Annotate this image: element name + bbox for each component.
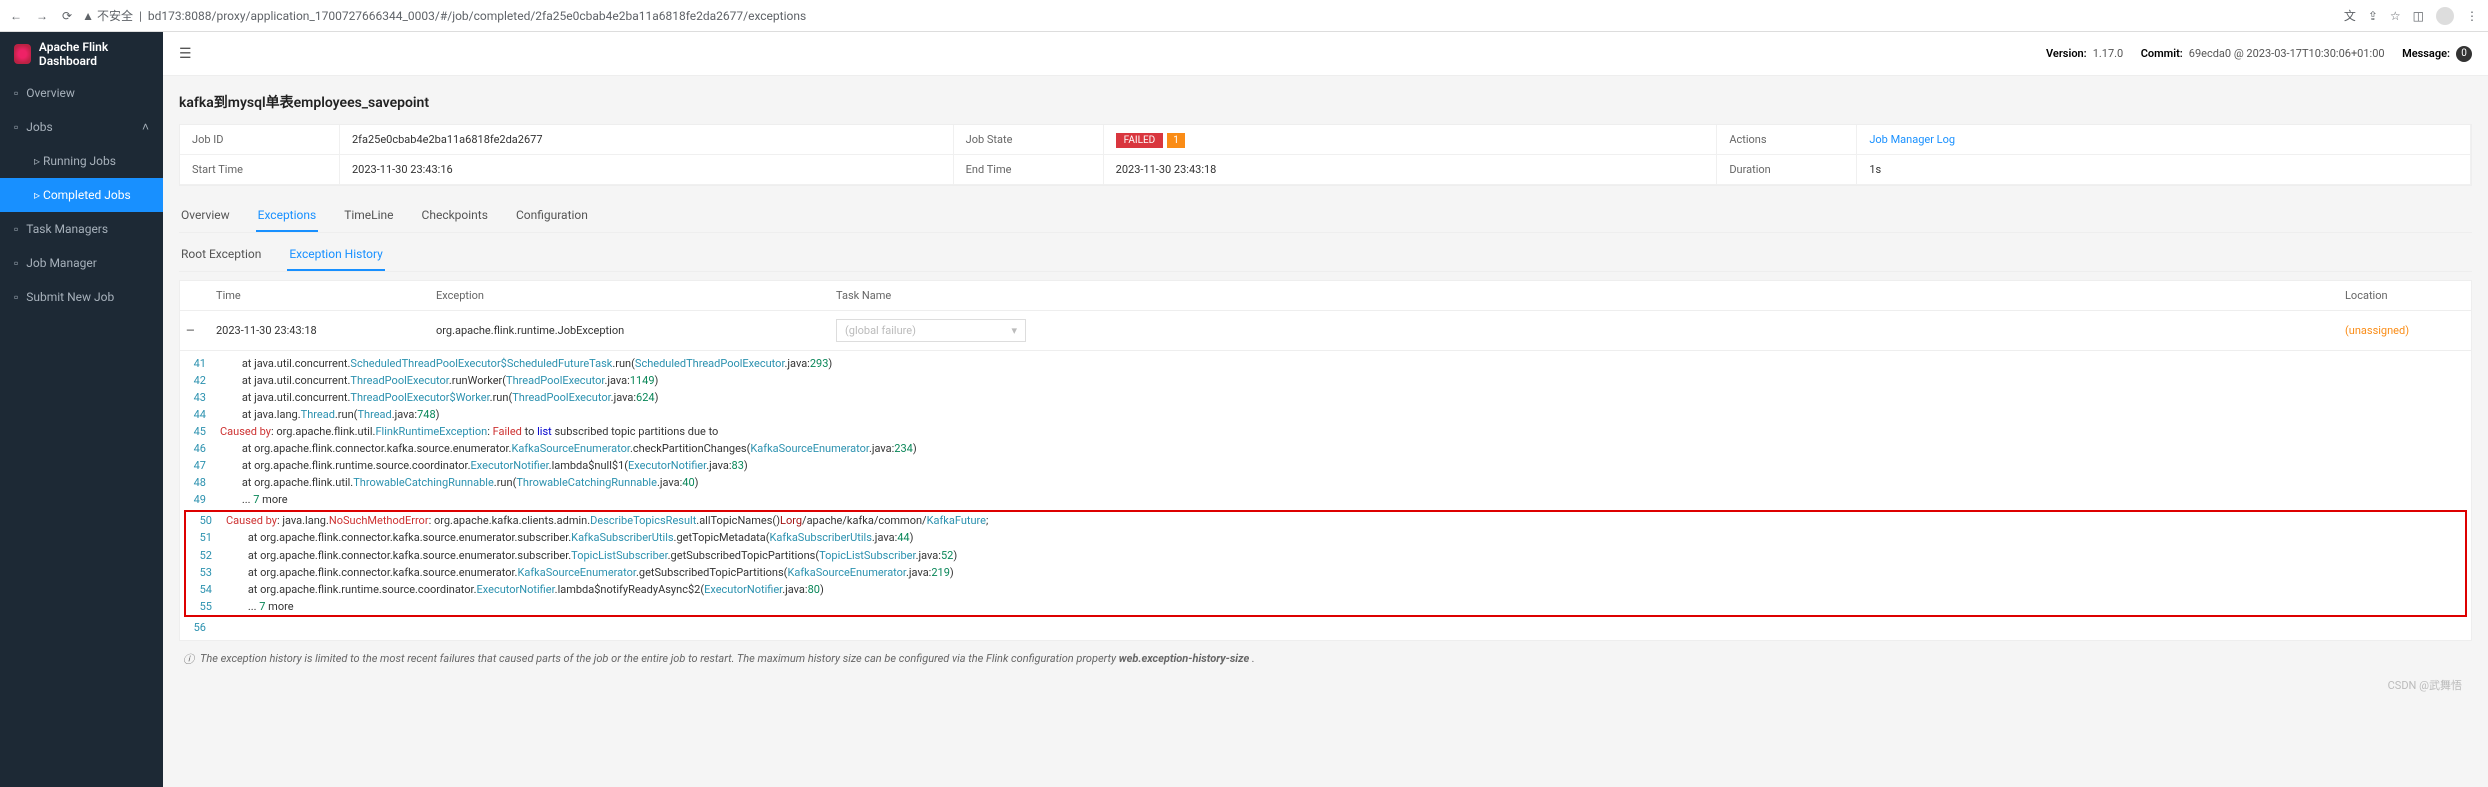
job-manager-log-link[interactable]: Job Manager Log <box>1869 133 1955 146</box>
tab-configuration[interactable]: Configuration <box>514 200 590 232</box>
url-bar[interactable]: ▲ 不安全 | bd173:8088/proxy/application_170… <box>82 7 2334 24</box>
profile-avatar[interactable] <box>2436 7 2454 25</box>
sidebar-sub-completed-jobs[interactable]: ▹ Completed Jobs <box>0 178 163 212</box>
sidebar-item-submit-new-job[interactable]: ▫Submit New Job <box>0 280 163 314</box>
exception-table: Time Exception Task Name Location — 2023… <box>179 280 2472 641</box>
message-label: Message: <box>2402 47 2450 60</box>
info-icon: ⓘ <box>183 651 194 667</box>
upload-icon: ▫ <box>14 290 18 304</box>
tab-exception-history[interactable]: Exception History <box>287 239 385 271</box>
sidebar-item-task-managers[interactable]: ▫Task Managers <box>0 212 163 246</box>
code-line: 48 at org.apache.flink.util.ThrowableCat… <box>180 474 2471 491</box>
back-icon[interactable]: ← <box>10 9 22 23</box>
forward-icon[interactable]: → <box>36 9 48 23</box>
version-value: 1.17.0 <box>2093 47 2124 60</box>
exception-subtabs: Root Exception Exception History <box>179 239 2472 272</box>
job-tabs: Overview Exceptions TimeLine Checkpoints Con… <box>179 200 2472 233</box>
sidebar-item-job-manager[interactable]: ▫Job Manager <box>0 246 163 280</box>
chevron-up-icon: ˄ <box>142 120 149 134</box>
code-line: 56 <box>180 619 2471 636</box>
code-line: 54 at org.apache.flink.runtime.source.co… <box>186 581 2465 598</box>
col-location: Location <box>2345 289 2465 302</box>
tab-overview[interactable]: Overview <box>179 200 232 232</box>
code-line: 53 at org.apache.flink.connector.kafka.s… <box>186 564 2465 581</box>
code-line: 50Caused by: java.lang.NoSuchMethodError… <box>186 512 2465 529</box>
collapse-sidebar-icon[interactable]: ☰ <box>179 46 192 62</box>
reload-icon[interactable]: ⟳ <box>62 9 72 23</box>
commit-value: 69ecda0 @ 2023-03-17T10:30:06+01:00 <box>2189 47 2385 60</box>
row-exception: org.apache.flink.runtime.JobException <box>436 324 836 337</box>
bars-icon: ▫ <box>14 120 18 134</box>
dashboard-icon: ▫ <box>14 86 18 100</box>
code-line: 55 ... 7 more <box>186 598 2465 615</box>
cluster-icon: ▫ <box>14 222 18 236</box>
code-line: 49 ... 7 more <box>180 491 2471 508</box>
job-info-grid: Job ID2fa25e0cbab4e2ba11a6818fe2da2677Jo… <box>179 124 2472 186</box>
sidebar-sub-running-jobs[interactable]: ▹ Running Jobs <box>0 144 163 178</box>
sidebar: Apache Flink Dashboard ▫Overview▫Jobs˄▹ … <box>0 32 163 787</box>
translate-icon[interactable]: 文 <box>2344 7 2356 24</box>
sidebar-item-jobs[interactable]: ▫Jobs˄ <box>0 110 163 144</box>
topbar: ☰ Version: 1.17.0 Commit: 69ecda0 @ 2023… <box>163 32 2488 76</box>
job-title: kafka到mysql单表employees_savepoint <box>179 92 2472 112</box>
message-count-badge[interactable]: 0 <box>2456 46 2472 62</box>
check-icon: ▹ <box>34 188 40 202</box>
code-line: 52 at org.apache.flink.connector.kafka.s… <box>186 547 2465 564</box>
code-line: 47 at org.apache.flink.runtime.source.co… <box>180 457 2471 474</box>
main: ☰ Version: 1.17.0 Commit: 69ecda0 @ 2023… <box>163 32 2488 787</box>
chevron-down-icon: ▾ <box>1011 324 1017 337</box>
brand-label: Apache Flink Dashboard <box>39 40 149 68</box>
code-line: 41 at java.util.concurrent.ScheduledThre… <box>180 355 2471 372</box>
col-task: Task Name <box>836 289 2345 302</box>
share-icon[interactable]: ⇪ <box>2368 9 2378 23</box>
row-location: (unassigned) <box>2345 324 2465 337</box>
browser-chrome: ← → ⟳ ▲ 不安全 | bd173:8088/proxy/applicati… <box>0 0 2488 32</box>
build-icon: ▫ <box>14 256 18 270</box>
footer-credit: CSDN @武舞悟 <box>179 677 2472 693</box>
tab-root-exception[interactable]: Root Exception <box>179 239 263 271</box>
code-line: 46 at org.apache.flink.connector.kafka.s… <box>180 440 2471 457</box>
code-line: 42 at java.util.concurrent.ThreadPoolExe… <box>180 372 2471 389</box>
flink-logo-icon <box>14 44 31 64</box>
tab-checkpoints[interactable]: Checkpoints <box>420 200 490 232</box>
star-icon[interactable]: ☆ <box>2390 9 2401 23</box>
code-line: 43 at java.util.concurrent.ThreadPoolExe… <box>180 389 2471 406</box>
sidebar-item-overview[interactable]: ▫Overview <box>0 76 163 110</box>
code-line: 44 at java.lang.Thread.run(Thread.java:7… <box>180 406 2471 423</box>
col-exception: Exception <box>436 289 836 302</box>
code-line: 45Caused by: org.apache.flink.util.Flink… <box>180 423 2471 440</box>
version-label: Version: <box>2046 47 2087 60</box>
menu-icon[interactable]: ⋮ <box>2466 9 2478 23</box>
history-note: ⓘ The exception history is limited to th… <box>179 641 2472 677</box>
tab-timeline[interactable]: TimeLine <box>342 200 395 232</box>
insecure-warning: ▲ 不安全 <box>82 7 133 24</box>
commit-label: Commit: <box>2141 47 2183 60</box>
code-line: 51 at org.apache.flink.connector.kafka.s… <box>186 529 2465 546</box>
expand-icon[interactable]: — <box>186 324 216 337</box>
brand: Apache Flink Dashboard <box>0 32 163 76</box>
row-time: 2023-11-30 23:43:18 <box>216 324 436 337</box>
tab-exceptions[interactable]: Exceptions <box>256 200 319 232</box>
stacktrace: 41 at java.util.concurrent.ScheduledThre… <box>180 351 2471 640</box>
col-time: Time <box>216 289 436 302</box>
extensions-icon[interactable]: ◫ <box>2413 9 2424 23</box>
exception-row[interactable]: — 2023-11-30 23:43:18 org.apache.flink.r… <box>180 311 2471 351</box>
url-text: bd173:8088/proxy/application_17007276663… <box>148 9 806 23</box>
task-select[interactable]: (global failure)▾ <box>836 319 1026 342</box>
play-icon: ▹ <box>34 154 40 168</box>
